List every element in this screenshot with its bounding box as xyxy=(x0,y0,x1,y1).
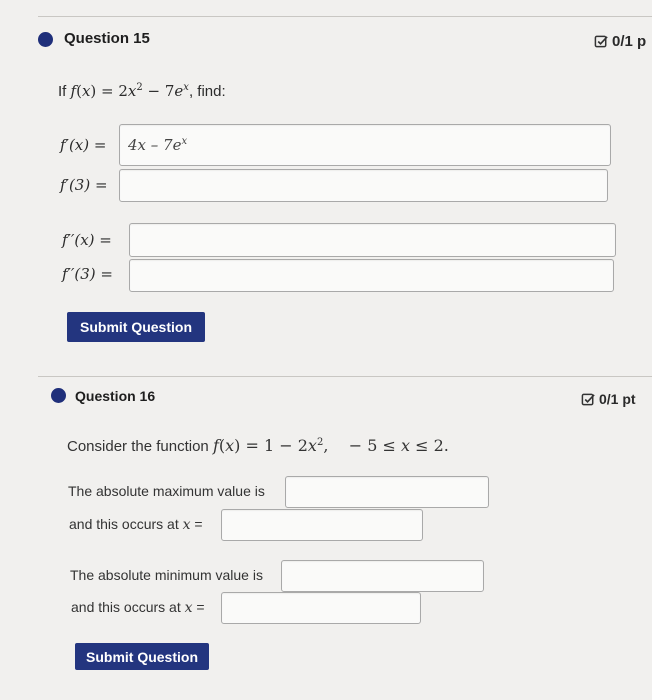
fprime-3-input[interactable] xyxy=(119,169,608,202)
question-15-prompt: If f(x) = 2x2 − 7ex, find: xyxy=(58,82,226,100)
question-16-divider xyxy=(38,376,652,377)
top-divider xyxy=(38,16,652,17)
fprime-3-label: f′(3) = xyxy=(60,176,108,194)
question-16-score-text: 0/1 pt xyxy=(599,391,636,407)
question-15-submit-button[interactable]: Submit Question xyxy=(67,312,205,342)
abs-max-label: The absolute maximum value is xyxy=(68,483,265,499)
fprime-x-value: 4x – 7ex xyxy=(128,136,188,154)
question-16-submit-button[interactable]: Submit Question xyxy=(75,643,209,670)
prompt-suffix: , find: xyxy=(188,83,226,100)
question-15-title: Question 15 xyxy=(64,30,150,47)
abs-min-label: The absolute minimum value is xyxy=(70,567,263,583)
question-16-title: Question 16 xyxy=(75,388,156,404)
abs-max-x-label: and this occurs at x = xyxy=(69,516,203,533)
abs-min-input[interactable] xyxy=(281,560,484,592)
question-16-prompt: Consider the function f(x) = 1 − 2x2, − … xyxy=(67,436,449,455)
question-16-bullet-icon xyxy=(51,388,66,403)
fdoubleprime-x-input[interactable] xyxy=(129,223,616,257)
fdoubleprime-x-label: f′′(x) = xyxy=(62,231,112,249)
checkbox-edit-icon xyxy=(594,35,608,48)
checkbox-edit-icon xyxy=(581,393,595,405)
function-expression: f(x) = 1 − 2x2, − 5 ≤ x ≤ 2. xyxy=(212,436,449,455)
fprime-x-label: f′(x) = xyxy=(60,136,107,154)
question-15-score-text: 0/1 p xyxy=(612,33,647,50)
fdoubleprime-3-label: f′′(3) = xyxy=(62,265,113,283)
abs-min-x-input[interactable] xyxy=(221,592,421,624)
fdoubleprime-3-input[interactable] xyxy=(129,259,614,292)
prompt-prefix: If xyxy=(58,83,67,100)
fprime-x-input[interactable]: 4x – 7ex xyxy=(119,124,611,166)
consider-text: Consider the function xyxy=(67,438,209,455)
question-15-bullet-icon xyxy=(38,32,53,47)
abs-max-x-input[interactable] xyxy=(221,509,423,541)
question-15-score: 0/1 p xyxy=(594,33,646,50)
question-16-score: 0/1 pt xyxy=(581,391,636,407)
abs-min-x-label: and this occurs at x = xyxy=(71,599,205,616)
function-expression: f(x) = 2x2 − 7ex xyxy=(70,82,189,100)
abs-max-input[interactable] xyxy=(285,476,489,508)
